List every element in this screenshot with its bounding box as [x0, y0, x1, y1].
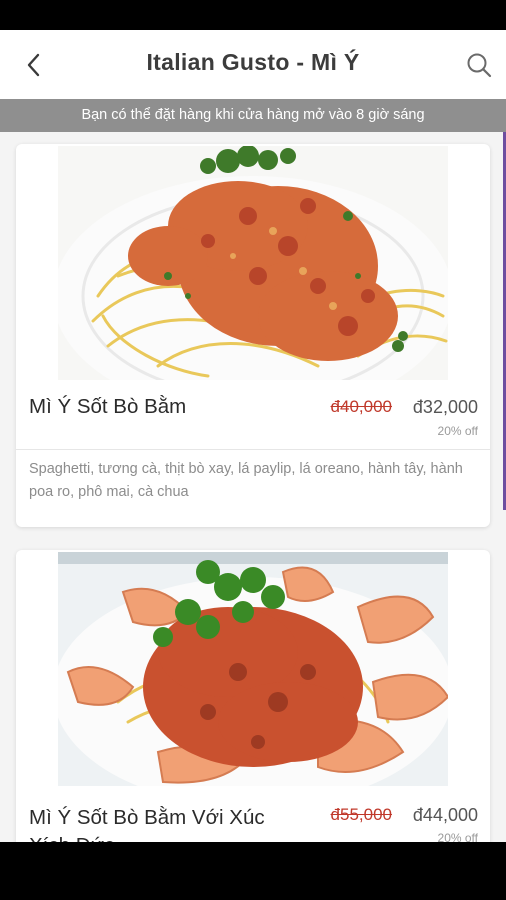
item-name: Mì Ý Sốt Bò Bằm: [29, 395, 187, 418]
header: Italian Gusto - Mì Ý: [0, 30, 506, 99]
item-name: Mì Ý Sốt Bò Bằm Với Xúc: [29, 806, 265, 829]
page-title: Italian Gusto - Mì Ý: [146, 49, 360, 75]
navigation-bar: [0, 842, 506, 900]
menu-item-card[interactable]: Mì Ý Sốt Bò Bằm đ40,000 đ32,000 20% off …: [16, 144, 490, 527]
discount-badge: 20% off: [437, 831, 478, 842]
menu-list[interactable]: Mì Ý Sốt Bò Bằm đ40,000 đ32,000 20% off …: [0, 132, 506, 842]
search-button[interactable]: [462, 48, 496, 82]
original-price: đ55,000: [330, 805, 392, 824]
dish-photo: [58, 146, 448, 380]
divider: [16, 449, 490, 450]
dish-photo: [58, 552, 448, 786]
app-screen: Italian Gusto - Mì Ý Bạn có thể đặt hàng…: [0, 30, 506, 842]
status-bar: [0, 0, 506, 30]
menu-item-card[interactable]: Mì Ý Sốt Bò Bằm Với Xúc Xích Đức đ55,000…: [16, 550, 490, 842]
back-button[interactable]: [16, 48, 52, 82]
search-icon: [467, 53, 492, 78]
sale-price: đ32,000: [412, 397, 478, 417]
sale-price: đ44,000: [412, 805, 478, 825]
item-name-continued: Xích Đức: [29, 834, 115, 842]
chevron-left-icon: [27, 53, 40, 77]
store-closed-notice: Bạn có thể đặt hàng khi cửa hàng mở vào …: [0, 99, 506, 132]
original-price: đ40,000: [330, 397, 392, 416]
discount-badge: 20% off: [437, 424, 478, 438]
item-description: Spaghetti, tương cà, thịt bò xay, lá pay…: [29, 461, 463, 500]
